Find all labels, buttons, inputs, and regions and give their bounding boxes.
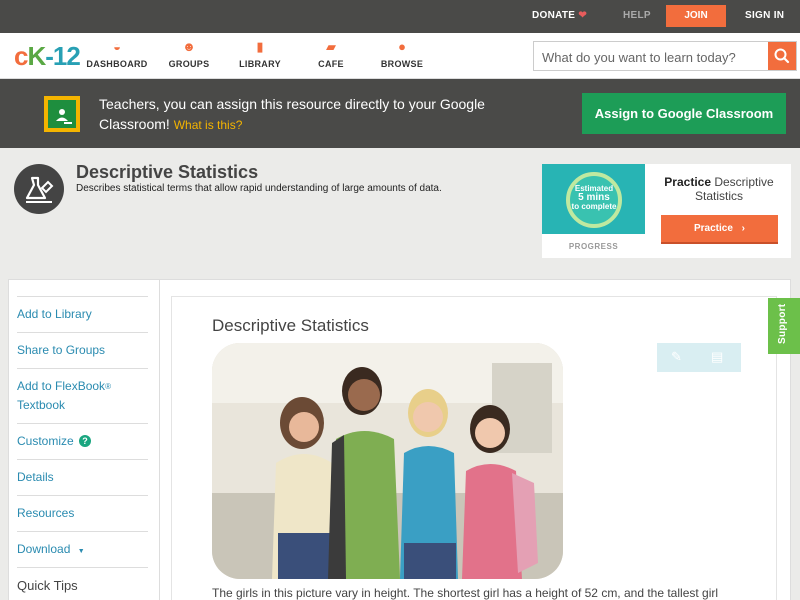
progress-label: PROGRESS	[568, 242, 619, 251]
sign-in-link[interactable]: SIGN IN	[745, 10, 784, 21]
dashboard-icon: ◒	[113, 39, 121, 54]
search-button[interactable]	[768, 42, 796, 70]
search-icon	[774, 48, 790, 64]
ck12-logo[interactable]: cK-12	[14, 41, 81, 72]
help-icon[interactable]: ?	[79, 435, 92, 447]
top-bar: DONATE ❤ HELP JOIN SIGN IN	[0, 0, 800, 33]
article-tools: ✎ ▤	[657, 343, 741, 372]
heart-icon: ❤	[578, 10, 588, 21]
sidebar-item-download[interactable]: Download ▼	[17, 531, 148, 567]
sidebar-item-add-to-library[interactable]: Add to Library	[17, 296, 148, 332]
lab-flask-icon	[14, 164, 64, 214]
caret-down-icon: ▼	[77, 548, 85, 555]
google-classroom-icon	[44, 96, 80, 132]
classroom-banner-text: Teachers, you can assign this resource d…	[99, 96, 485, 132]
browse-icon: ●	[398, 39, 406, 54]
cafe-icon: ▰	[326, 39, 336, 54]
article: Descriptive Statistics ✎ ▤ The girls in …	[171, 296, 777, 600]
support-tab[interactable]: Support	[768, 298, 800, 354]
practice-card: Estimated 5 mins to complete PROGRESS Pr…	[542, 164, 791, 258]
pencil-icon[interactable]: ✎	[671, 349, 682, 365]
nav-library[interactable]: ▮ LIBRARY	[225, 39, 295, 70]
main-header: cK-12 ◒ DASHBOARD ☻ GROUPS ▮ LIBRARY ▰ C…	[0, 33, 800, 79]
search-box	[533, 41, 797, 71]
nav-dashboard[interactable]: ◒ DASHBOARD	[82, 39, 152, 70]
search-input[interactable]	[542, 48, 764, 66]
nav-browse[interactable]: ● BROWSE	[367, 39, 437, 70]
library-icon: ▮	[256, 39, 264, 54]
content-panel: Add to Library Share to Groups Add to Fl…	[8, 279, 791, 600]
help-link[interactable]: HELP	[623, 10, 651, 21]
sidebar-item-share-to-groups[interactable]: Share to Groups	[17, 332, 148, 368]
concept-subtitle: Describes statistical terms that allow r…	[76, 183, 442, 194]
girls-photo	[212, 343, 563, 579]
nav-cafe[interactable]: ▰ CAFE	[296, 39, 366, 70]
sidebar-item-customize[interactable]: Customize ?	[17, 423, 148, 459]
practice-title: Practice Descriptive Statistics	[664, 175, 774, 203]
sidebar-item-resources[interactable]: Resources	[17, 495, 148, 531]
article-title: Descriptive Statistics	[212, 316, 369, 335]
concept-title: Descriptive Statistics	[76, 162, 259, 182]
sidebar-item-quick-tips[interactable]: Quick Tips	[17, 567, 148, 600]
assign-to-google-classroom-button[interactable]: Assign to Google Classroom	[582, 93, 786, 134]
donate-link[interactable]: DONATE ❤	[532, 10, 587, 21]
notes-icon[interactable]: ▤	[711, 349, 723, 365]
groups-icon: ☻	[182, 39, 196, 54]
sidebar: Add to Library Share to Groups Add to Fl…	[17, 296, 148, 600]
practice-progress-image: Estimated 5 mins to complete	[542, 164, 645, 234]
join-button[interactable]: JOIN	[666, 5, 726, 27]
divider	[159, 280, 160, 600]
nav-groups[interactable]: ☻ GROUPS	[154, 39, 224, 70]
practice-button[interactable]: Practice ›	[661, 215, 778, 244]
article-text: The girls in this picture vary in height…	[212, 586, 719, 600]
google-classroom-banner: Teachers, you can assign this resource d…	[0, 79, 800, 148]
sidebar-item-details[interactable]: Details	[17, 459, 148, 495]
what-is-this-link[interactable]: What is this?	[174, 118, 243, 132]
sidebar-item-add-to-flexbook[interactable]: Add to FlexBook® Textbook	[17, 368, 148, 423]
chevron-right-icon: ›	[741, 223, 746, 234]
